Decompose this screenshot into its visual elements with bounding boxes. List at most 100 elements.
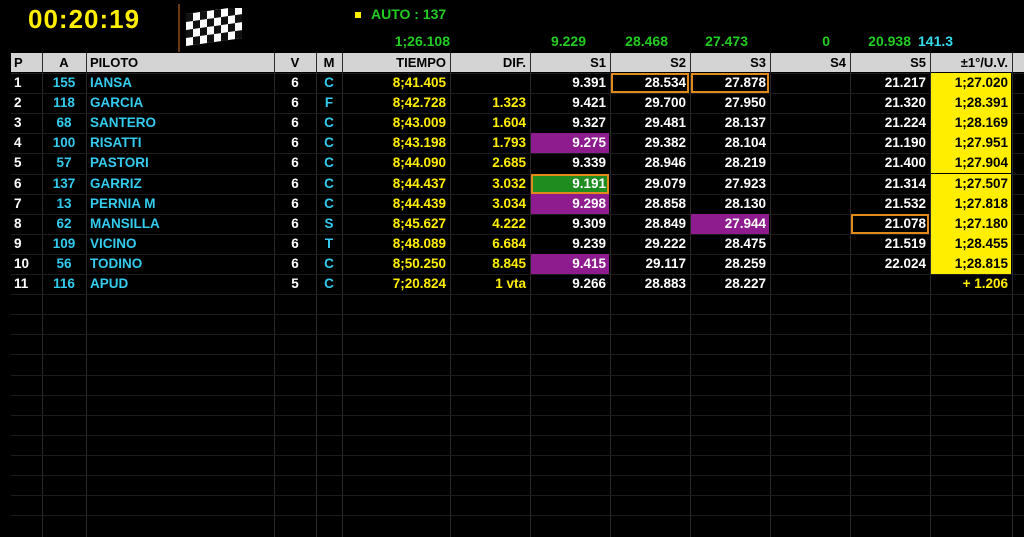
cell-m: C <box>324 75 334 90</box>
header-piloto: PILOTO <box>90 55 139 70</box>
cell-tiempo: 8;50.250 <box>392 256 446 271</box>
cell-piloto: PERNIA M <box>90 196 156 211</box>
row-divider <box>11 455 1024 456</box>
cell-s3: 27.944 <box>691 214 769 234</box>
cell-s4 <box>771 254 849 274</box>
flag-panel <box>178 4 248 52</box>
cell-tiempo: 7;20.824 <box>392 276 446 291</box>
summary-s1: 9.229 <box>550 33 586 49</box>
cell-v: 6 <box>291 115 299 130</box>
row-divider <box>11 415 1024 416</box>
cell-s5: 22.024 <box>884 256 926 271</box>
cell-v: 6 <box>291 95 299 110</box>
cell-last: 1;27.507 <box>931 174 1011 194</box>
cell-piloto: RISATTI <box>90 135 142 150</box>
cell-dif: 1 vta <box>495 276 526 291</box>
cell-p: 4 <box>14 135 22 150</box>
cell-v: 6 <box>291 256 299 271</box>
cell-last: 1;28.455 <box>931 234 1011 254</box>
cell-s3: 27.923 <box>724 176 766 191</box>
cell-m: C <box>324 196 334 211</box>
cell-s4 <box>771 274 849 294</box>
cell-piloto: PASTORI <box>90 155 149 170</box>
header-s5: S5 <box>910 55 926 70</box>
auto-indicator: AUTO : 137 <box>355 6 446 22</box>
cell-dif: 1.323 <box>492 95 526 110</box>
cell-last: 1;27.951 <box>931 133 1011 153</box>
row-divider <box>11 294 1024 295</box>
cell-piloto: GARRIZ <box>90 176 142 191</box>
cell-s5: 21.532 <box>884 196 926 211</box>
cell-tiempo: 8;44.090 <box>392 155 446 170</box>
cell-v: 6 <box>291 176 299 191</box>
table-header: P A PILOTO V M TIEMPO DIF. S1 S2 S3 S4 S… <box>11 53 1024 72</box>
cell-tiempo: 8;42.728 <box>392 95 446 110</box>
header-tiempo: TIEMPO <box>396 55 446 70</box>
cell-s4 <box>771 234 849 254</box>
cell-tiempo: 8;44.437 <box>392 176 446 191</box>
cell-v: 6 <box>291 236 299 251</box>
cell-s1: 9.421 <box>572 95 606 110</box>
header-s3: S3 <box>750 55 766 70</box>
cell-dif: 6.684 <box>492 236 526 251</box>
cell-dif: 3.032 <box>492 176 526 191</box>
cell-a: 62 <box>56 216 72 231</box>
race-clock: 00:20:19 <box>28 4 141 34</box>
summary-s2: 28.468 <box>625 33 668 49</box>
cell-s5: 21.320 <box>884 95 926 110</box>
cell-a: 118 <box>53 95 75 110</box>
cell-s4 <box>771 93 849 113</box>
row-divider <box>11 334 1024 335</box>
cell-a: 137 <box>52 176 76 191</box>
cell-tiempo: 8;43.009 <box>392 115 446 130</box>
cell-s2: 29.700 <box>644 95 686 110</box>
summary-s3: 27.473 <box>705 33 748 49</box>
cell-s3: 28.219 <box>724 155 766 170</box>
cell-s5: 21.224 <box>884 115 926 130</box>
cell-s5 <box>851 274 929 294</box>
cell-v: 6 <box>291 75 299 90</box>
cell-s2: 29.481 <box>644 115 686 130</box>
row-divider <box>11 515 1024 516</box>
cell-s3: 28.104 <box>724 135 766 150</box>
cell-s4 <box>771 73 849 93</box>
cell-s5: 21.217 <box>884 75 926 90</box>
timing-table: P A PILOTO V M TIEMPO DIF. S1 S2 S3 S4 S… <box>11 53 1024 537</box>
cell-last: 1;28.169 <box>931 113 1011 133</box>
cell-m: C <box>324 135 334 150</box>
header-a: A <box>59 55 69 70</box>
cell-m: C <box>324 176 334 191</box>
cell-dif: 8.845 <box>492 256 526 271</box>
cell-last: 1;28.391 <box>931 93 1011 113</box>
cell-p: 2 <box>14 95 22 110</box>
cell-s2: 29.222 <box>644 236 686 251</box>
cell-last: 1;27.180 <box>931 214 1011 234</box>
cell-a: 116 <box>53 276 75 291</box>
cell-tiempo: 8;45.627 <box>392 216 446 231</box>
cell-p: 3 <box>14 115 22 130</box>
cell-m: C <box>324 256 334 271</box>
cell-s3: 28.259 <box>724 256 766 271</box>
cell-s5: 21.190 <box>884 135 926 150</box>
cell-p: 11 <box>14 276 29 291</box>
header-s4: S4 <box>830 55 846 70</box>
cell-piloto: TODINO <box>90 256 143 271</box>
cell-piloto: MANSILLA <box>90 216 160 231</box>
cell-s4 <box>771 214 849 234</box>
cell-s5: 21.314 <box>884 176 926 191</box>
cell-v: 6 <box>291 216 299 231</box>
cell-v: 6 <box>291 135 299 150</box>
auto-label: AUTO : 137 <box>371 6 447 22</box>
cell-s4 <box>771 133 849 153</box>
summary-speed: 141.3 <box>918 33 954 49</box>
cell-s3: 28.227 <box>724 276 766 291</box>
cell-m: S <box>324 216 334 231</box>
cell-m: F <box>324 95 334 110</box>
cell-last: 1;27.020 <box>931 73 1011 93</box>
row-divider <box>11 314 1024 315</box>
row-divider <box>11 495 1024 496</box>
cell-piloto: GARCIA <box>90 95 144 110</box>
header-s2: S2 <box>670 55 686 70</box>
cell-s2: 29.117 <box>645 256 686 271</box>
cell-s4 <box>771 153 849 173</box>
